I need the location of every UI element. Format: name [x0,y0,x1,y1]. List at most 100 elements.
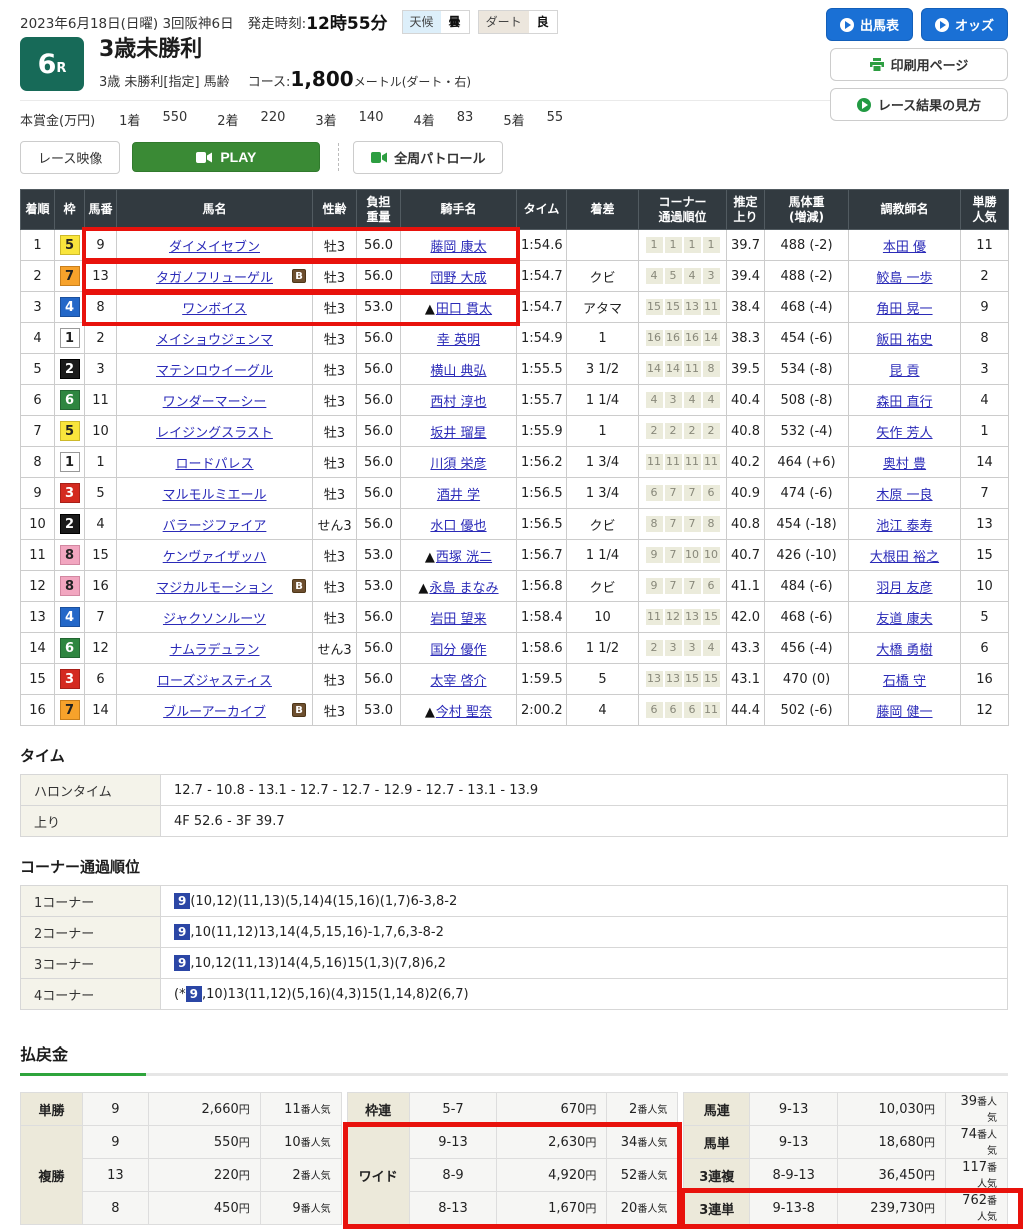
horse-name-link[interactable]: ジャクソンルーツ [163,612,266,627]
entry-table-button[interactable]: 出馬表 [826,8,913,41]
payout-combination: 9-13 [750,1126,838,1159]
trainer-name-link[interactable]: 角田 晃一 [876,302,932,317]
corner-position: 7 [684,516,701,532]
jockey-name-link[interactable]: 国分 優作 [430,643,486,658]
jockey-name-link[interactable]: 今村 聖奈 [436,705,492,720]
horse-name-link[interactable]: レイジングスラスト [156,426,273,441]
sex-age-cell: 牡3 [313,385,357,416]
jockey-name-link[interactable]: 岩田 望来 [430,612,486,627]
trainer-name-link[interactable]: 森田 直行 [876,395,932,410]
trainer-name-link[interactable]: 飯田 祐史 [876,333,932,348]
how-to-read-button[interactable]: レース結果の見方 [830,88,1008,121]
trainer-name-link[interactable]: 木原 一良 [876,488,932,503]
jockey-name-link[interactable]: 水口 優也 [430,519,486,534]
margin-cell: 5 [567,664,639,695]
results-column-header: 馬名 [117,190,313,230]
jockey-name-link[interactable]: 横山 典弘 [430,364,486,379]
trainer-name-link[interactable]: 羽月 友彦 [876,581,932,596]
payout-amount: 450円 [148,1192,260,1225]
entry-table-label: 出馬表 [860,15,899,34]
frame-number-badge: 1 [60,452,80,472]
trainer-name-link[interactable]: 藤岡 健一 [876,705,932,720]
payout-popularity: 52番人気 [607,1159,678,1192]
trainer-name-link[interactable]: 昆 貢 [889,364,919,379]
payout-row: 馬単9-1318,680円74番人気 [684,1126,1008,1159]
jockey-name-link[interactable]: 田口 貫太 [436,302,492,317]
print-page-button[interactable]: 印刷用ページ [830,48,1008,81]
jockey-name-link[interactable]: 太宰 啓介 [430,674,486,689]
result-row: 1024バラージファイアせん356.0水口 優也1:56.5クビ877840.8… [21,509,1009,540]
jockey-name-link[interactable]: 坂井 瑠星 [430,426,486,441]
trainer-name-link[interactable]: 石橋 守 [883,674,926,689]
horse-name-link[interactable]: ナムラデュラン [170,643,260,658]
race-video-button[interactable]: レース映像 [20,141,120,174]
corner-order-cell: 4543 [639,261,727,292]
odds-button[interactable]: オッズ [921,8,1008,41]
corner-order-cell: 6776 [639,478,727,509]
arrow-circle-icon [935,18,949,32]
weather-badge: 天候 曇 [402,10,470,34]
corner-row: 3コーナー9,10,12(11,13)14(4,5,16)15(1,3)(7,8… [21,948,1008,979]
trainer-name-link[interactable]: 鮫島 一歩 [876,271,932,286]
win-popularity-cell: 5 [961,602,1009,633]
frame-cell: 4 [55,602,85,633]
trainer-name-link[interactable]: 奥村 豊 [883,457,926,472]
corner-order-table: 1コーナー9(10,12)(11,13)(5,14)4(15,16)(1,7)6… [20,885,1008,1010]
jockey-name-link[interactable]: 永島 まなみ [429,581,498,596]
trainer-name-link[interactable]: 本田 優 [883,240,926,255]
how-to-read-label: レース結果の見方 [878,95,981,114]
jockey-name-link[interactable]: 西村 淳也 [430,395,486,410]
horse-name-link[interactable]: マテンロウイーグル [156,364,273,379]
horse-number-cell: 8 [85,292,117,323]
corner-order-cell: 11111111 [639,447,727,478]
apprentice-mark: ▲ [425,550,435,565]
payout-row: 3連単9-13-8239,730円762番人気 [684,1192,1008,1225]
trainer-name-link[interactable]: 大根田 裕之 [870,550,939,565]
body-weight-cell: 484 (-6) [765,571,849,602]
horse-name-link[interactable]: ローズジャスティス [157,674,272,689]
jockey-name-link[interactable]: 幸 英明 [437,333,480,348]
horse-name-link[interactable]: ダイメイセブン [169,240,260,255]
trainer-name-link[interactable]: 池江 泰寿 [876,519,932,534]
jockey-name-link[interactable]: 川須 栄彦 [430,457,486,472]
corner-position: 11 [703,299,720,315]
margin-cell: クビ [567,571,639,602]
frame-cell: 7 [55,261,85,292]
patrol-video-button[interactable]: 全周パトロール [353,141,503,174]
carried-weight-cell: 53.0 [357,695,401,726]
horse-name-link[interactable]: バラージファイア [163,519,267,534]
course-detail: メートル(ダート・右) [354,75,471,89]
horse-name-cell: バラージファイア [117,509,313,540]
payout-row: 3連複8-9-1336,450円117番人気 [684,1159,1008,1192]
jockey-name-link[interactable]: 西塚 洸二 [436,550,492,565]
corner-order: 1111 [643,237,722,253]
horse-name-link[interactable]: ロードパレス [175,457,253,472]
jockey-cell: 横山 典弘 [401,354,517,385]
horse-name-link[interactable]: ワンダーマーシー [163,395,267,410]
frame-number-badge: 7 [60,266,80,286]
frame-number-badge: 4 [60,607,80,627]
trainer-name-link[interactable]: 大橋 勇樹 [876,643,932,658]
horse-name-cell: ジャクソンルーツ [117,602,313,633]
prize-amount: 83 [457,110,474,129]
jockey-name-link[interactable]: 酒井 学 [437,488,480,503]
finish-position-cell: 8 [21,447,55,478]
trainer-name-link[interactable]: 友道 康夫 [876,612,932,627]
horse-name-link[interactable]: ブルーアーカイブ [163,705,266,720]
horse-name-link[interactable]: ワンボイス [182,302,247,317]
payout-combination: 9-13 [409,1126,497,1159]
body-weight-cell: 508 (-8) [765,385,849,416]
trainer-name-link[interactable]: 矢作 芳人 [876,426,932,441]
horse-name-link[interactable]: タガノフリューゲル [156,271,273,286]
horse-name-link[interactable]: メイショウジェンマ [156,333,273,348]
corner-position: 11 [646,454,663,470]
jockey-name-link[interactable]: 団野 大成 [430,271,486,286]
sex-age-cell: 牡3 [313,571,357,602]
payout-popularity: 9番人気 [260,1192,341,1225]
horse-name-link[interactable]: マジカルモーション [156,581,273,596]
play-button[interactable]: PLAY [132,142,320,172]
payout-amount: 2,630円 [497,1126,607,1159]
horse-name-link[interactable]: ケンヴァイザッハ [163,550,267,565]
jockey-name-link[interactable]: 藤岡 康太 [430,240,486,255]
horse-name-link[interactable]: マルモルミエール [162,488,266,503]
